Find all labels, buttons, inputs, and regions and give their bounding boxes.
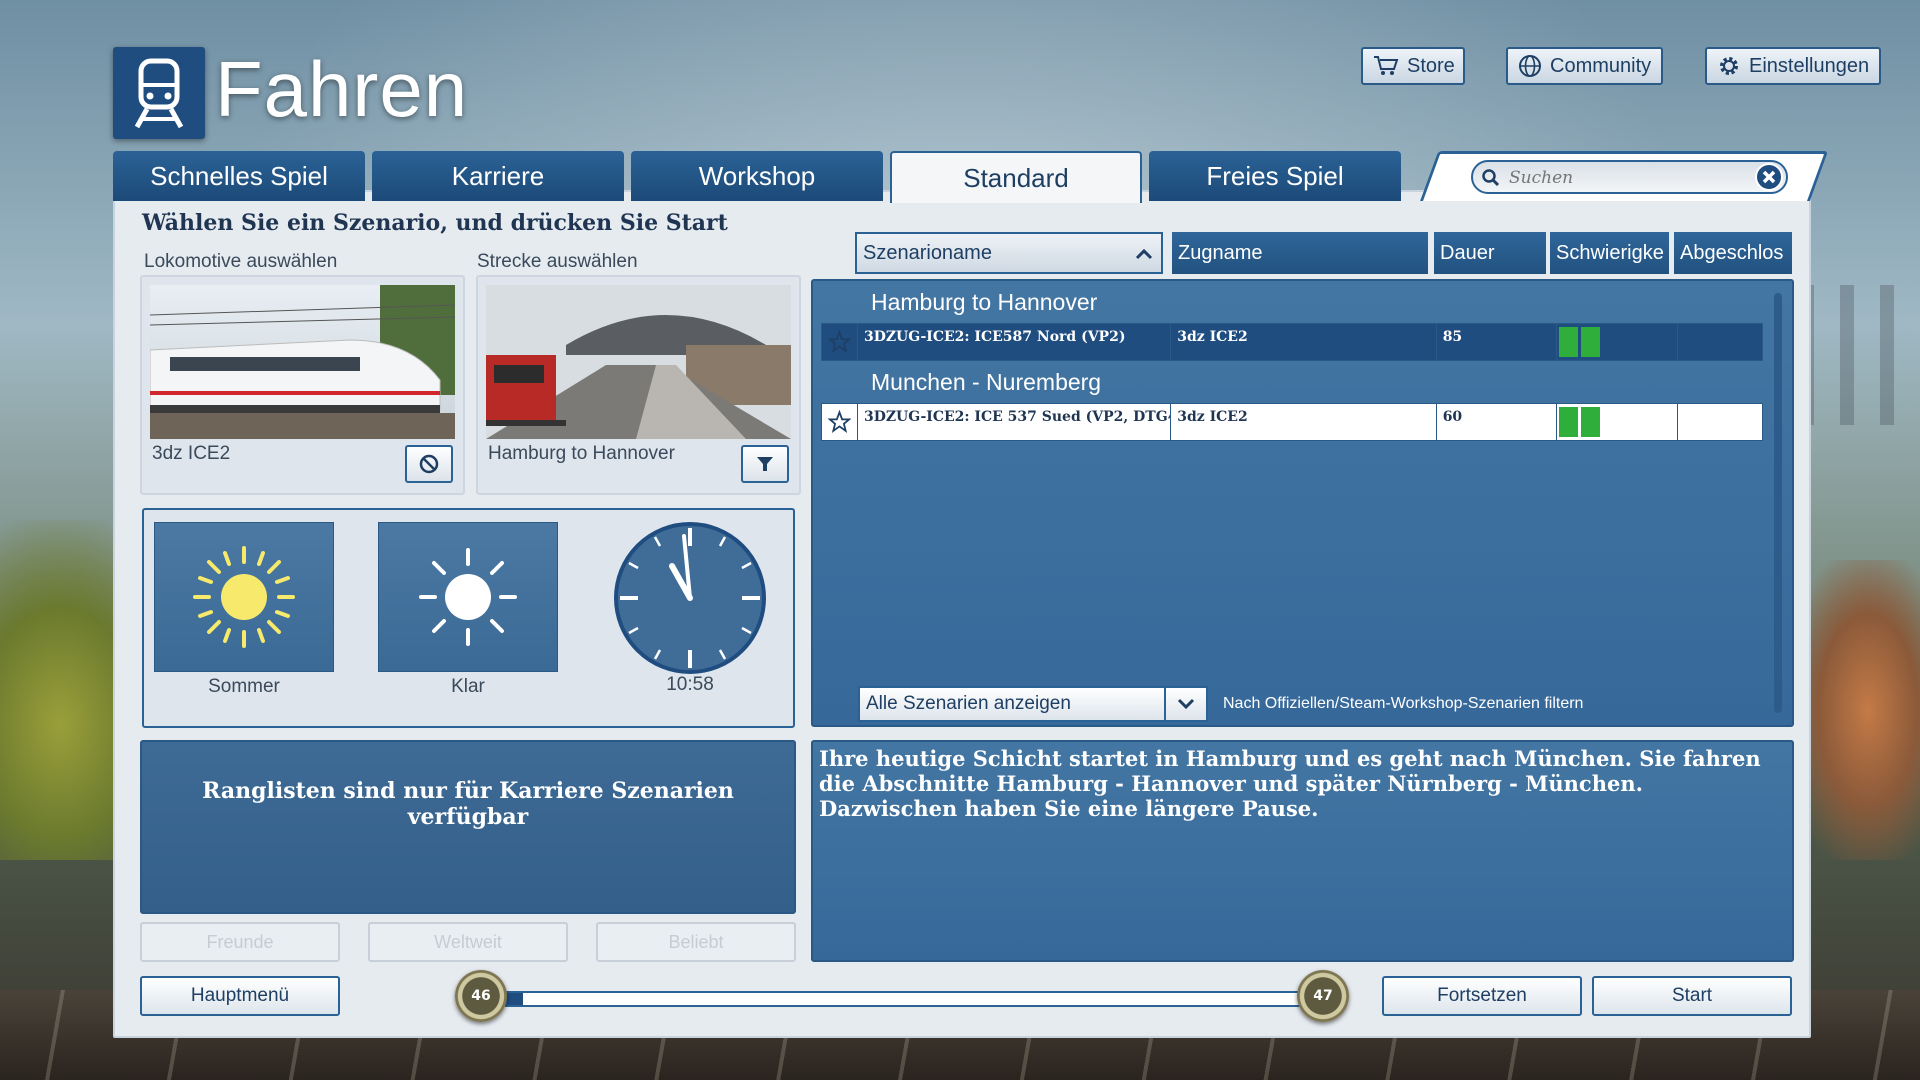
page-title: Fahren [215,45,469,133]
store-button[interactable]: Store [1361,47,1465,85]
level-next-badge: 47 [1297,970,1349,1022]
sun-icon [193,546,295,648]
filter-icon [757,457,773,471]
tab-schnelles-spiel[interactable]: Schnelles Spiel [113,151,365,201]
loco-card[interactable]: 3dz ICE2 [140,275,465,495]
cart-icon [1374,56,1399,75]
scenario-row[interactable]: 3DZUG-ICE2: ICE 537 Sued (VP2, DTG423) 3… [821,403,1763,441]
search-input[interactable] [1507,164,1741,192]
time-selector[interactable] [612,520,768,676]
conditions-panel: Sommer Klar 10:58 [142,508,795,728]
clear-search-icon[interactable] [1754,162,1784,192]
worldwide-button[interactable]: Weltweit [368,922,568,962]
community-button[interactable]: Community [1506,47,1663,85]
column-completed[interactable]: Abgeschlos [1674,232,1792,274]
route-filter-button[interactable] [741,445,789,483]
background-bridge [1800,285,1920,425]
group-title-munchen: Munchen - Nuremberg [871,369,1102,395]
loco-clear-button[interactable] [405,445,453,483]
list-scrollbar[interactable] [1774,293,1782,713]
tab-workshop[interactable]: Workshop [631,151,883,201]
instruction-text: Wählen Sie ein Szenario, und drücken Sie… [142,210,728,236]
favorite-star-icon[interactable] [822,324,858,360]
loco-image [150,285,455,439]
tab-standard[interactable]: Standard [890,151,1142,203]
scenario-list: Hamburg to Hannover 3DZUG-ICE2: ICE587 N… [811,279,1794,727]
sort-ascending-icon [1135,248,1153,260]
column-scenario-name-label: Szenarioname [863,241,992,264]
difficulty-bar [1557,324,1679,360]
filter-selected-value: Alle Szenarien anzeigen [866,693,1071,714]
level-progress-bar [505,991,1305,1007]
tab-karriere[interactable]: Karriere [372,151,624,201]
search-box [1471,160,1788,194]
no-entry-icon [419,454,439,474]
scenario-row[interactable]: 3DZUG-ICE2: ICE587 Nord (VP2) 3dz ICE2 8… [821,323,1763,361]
settings-button-label: Einstellungen [1749,54,1870,77]
scenario-description: Ihre heutige Schicht startet in Hamburg … [819,746,1761,821]
filter-note: Nach Offiziellen/Steam-Workshop-Szenarie… [1223,695,1584,712]
difficulty-bar [1557,404,1679,440]
season-selector[interactable] [154,522,334,672]
clock-icon [614,522,766,674]
scenario-name: 3DZUG-ICE2: ICE 537 Sued (VP2, DTG423) [858,404,1172,440]
train-name: 3dz ICE2 [1171,324,1437,360]
level-current-badge: 46 [455,970,507,1022]
group-title-hamburg: Hamburg to Hannover [871,289,1098,315]
level-progress-fill [507,993,523,1005]
description-panel: Ihre heutige Schicht startet in Hamburg … [811,740,1794,962]
popular-button[interactable]: Beliebt [596,922,796,962]
scenario-filter-select[interactable]: Alle Szenarien anzeigen [858,686,1208,722]
duration: 60 [1437,404,1558,440]
completed [1678,404,1762,440]
column-duration[interactable]: Dauer [1434,232,1546,274]
loco-heading: Lokomotive auswählen [144,251,338,272]
settings-button[interactable]: Einstellungen [1705,47,1881,85]
friends-button[interactable]: Freunde [140,922,340,962]
tab-freies-spiel[interactable]: Freies Spiel [1149,151,1401,201]
completed [1678,324,1762,360]
store-button-label: Store [1407,54,1455,77]
column-difficulty[interactable]: Schwierigke [1550,232,1669,274]
train-logo-icon [113,47,205,139]
community-button-label: Community [1550,54,1652,77]
loco-name: 3dz ICE2 [152,443,231,464]
gear-icon [1720,57,1738,75]
weather-selector[interactable] [378,522,558,672]
leaderboard-message: Ranglisten sind nur für Karriere Szenari… [202,778,734,830]
clear-weather-icon [419,548,517,646]
continue-button[interactable]: Fortsetzen [1382,976,1582,1016]
weather-label: Klar [451,676,485,697]
chevron-down-icon [1164,688,1206,720]
route-heading: Strecke auswählen [477,251,638,272]
globe-icon [1519,55,1541,77]
column-train-name[interactable]: Zugname [1172,232,1428,274]
route-image [486,285,791,439]
season-label: Sommer [208,676,280,697]
train-name: 3dz ICE2 [1171,404,1437,440]
scenario-name: 3DZUG-ICE2: ICE587 Nord (VP2) [858,324,1172,360]
route-card[interactable]: Hamburg to Hannover [476,275,801,495]
time-label: 10:58 [666,674,714,695]
main-menu-button[interactable]: Hauptmenü [140,976,340,1016]
search-icon [1482,169,1500,187]
leaderboard-panel: Ranglisten sind nur für Karriere Szenari… [140,740,796,914]
duration: 85 [1437,324,1558,360]
route-name: Hamburg to Hannover [488,443,675,464]
start-button[interactable]: Start [1592,976,1792,1016]
favorite-star-icon[interactable] [822,404,858,440]
column-scenario-name[interactable]: Szenarioname [855,232,1163,274]
